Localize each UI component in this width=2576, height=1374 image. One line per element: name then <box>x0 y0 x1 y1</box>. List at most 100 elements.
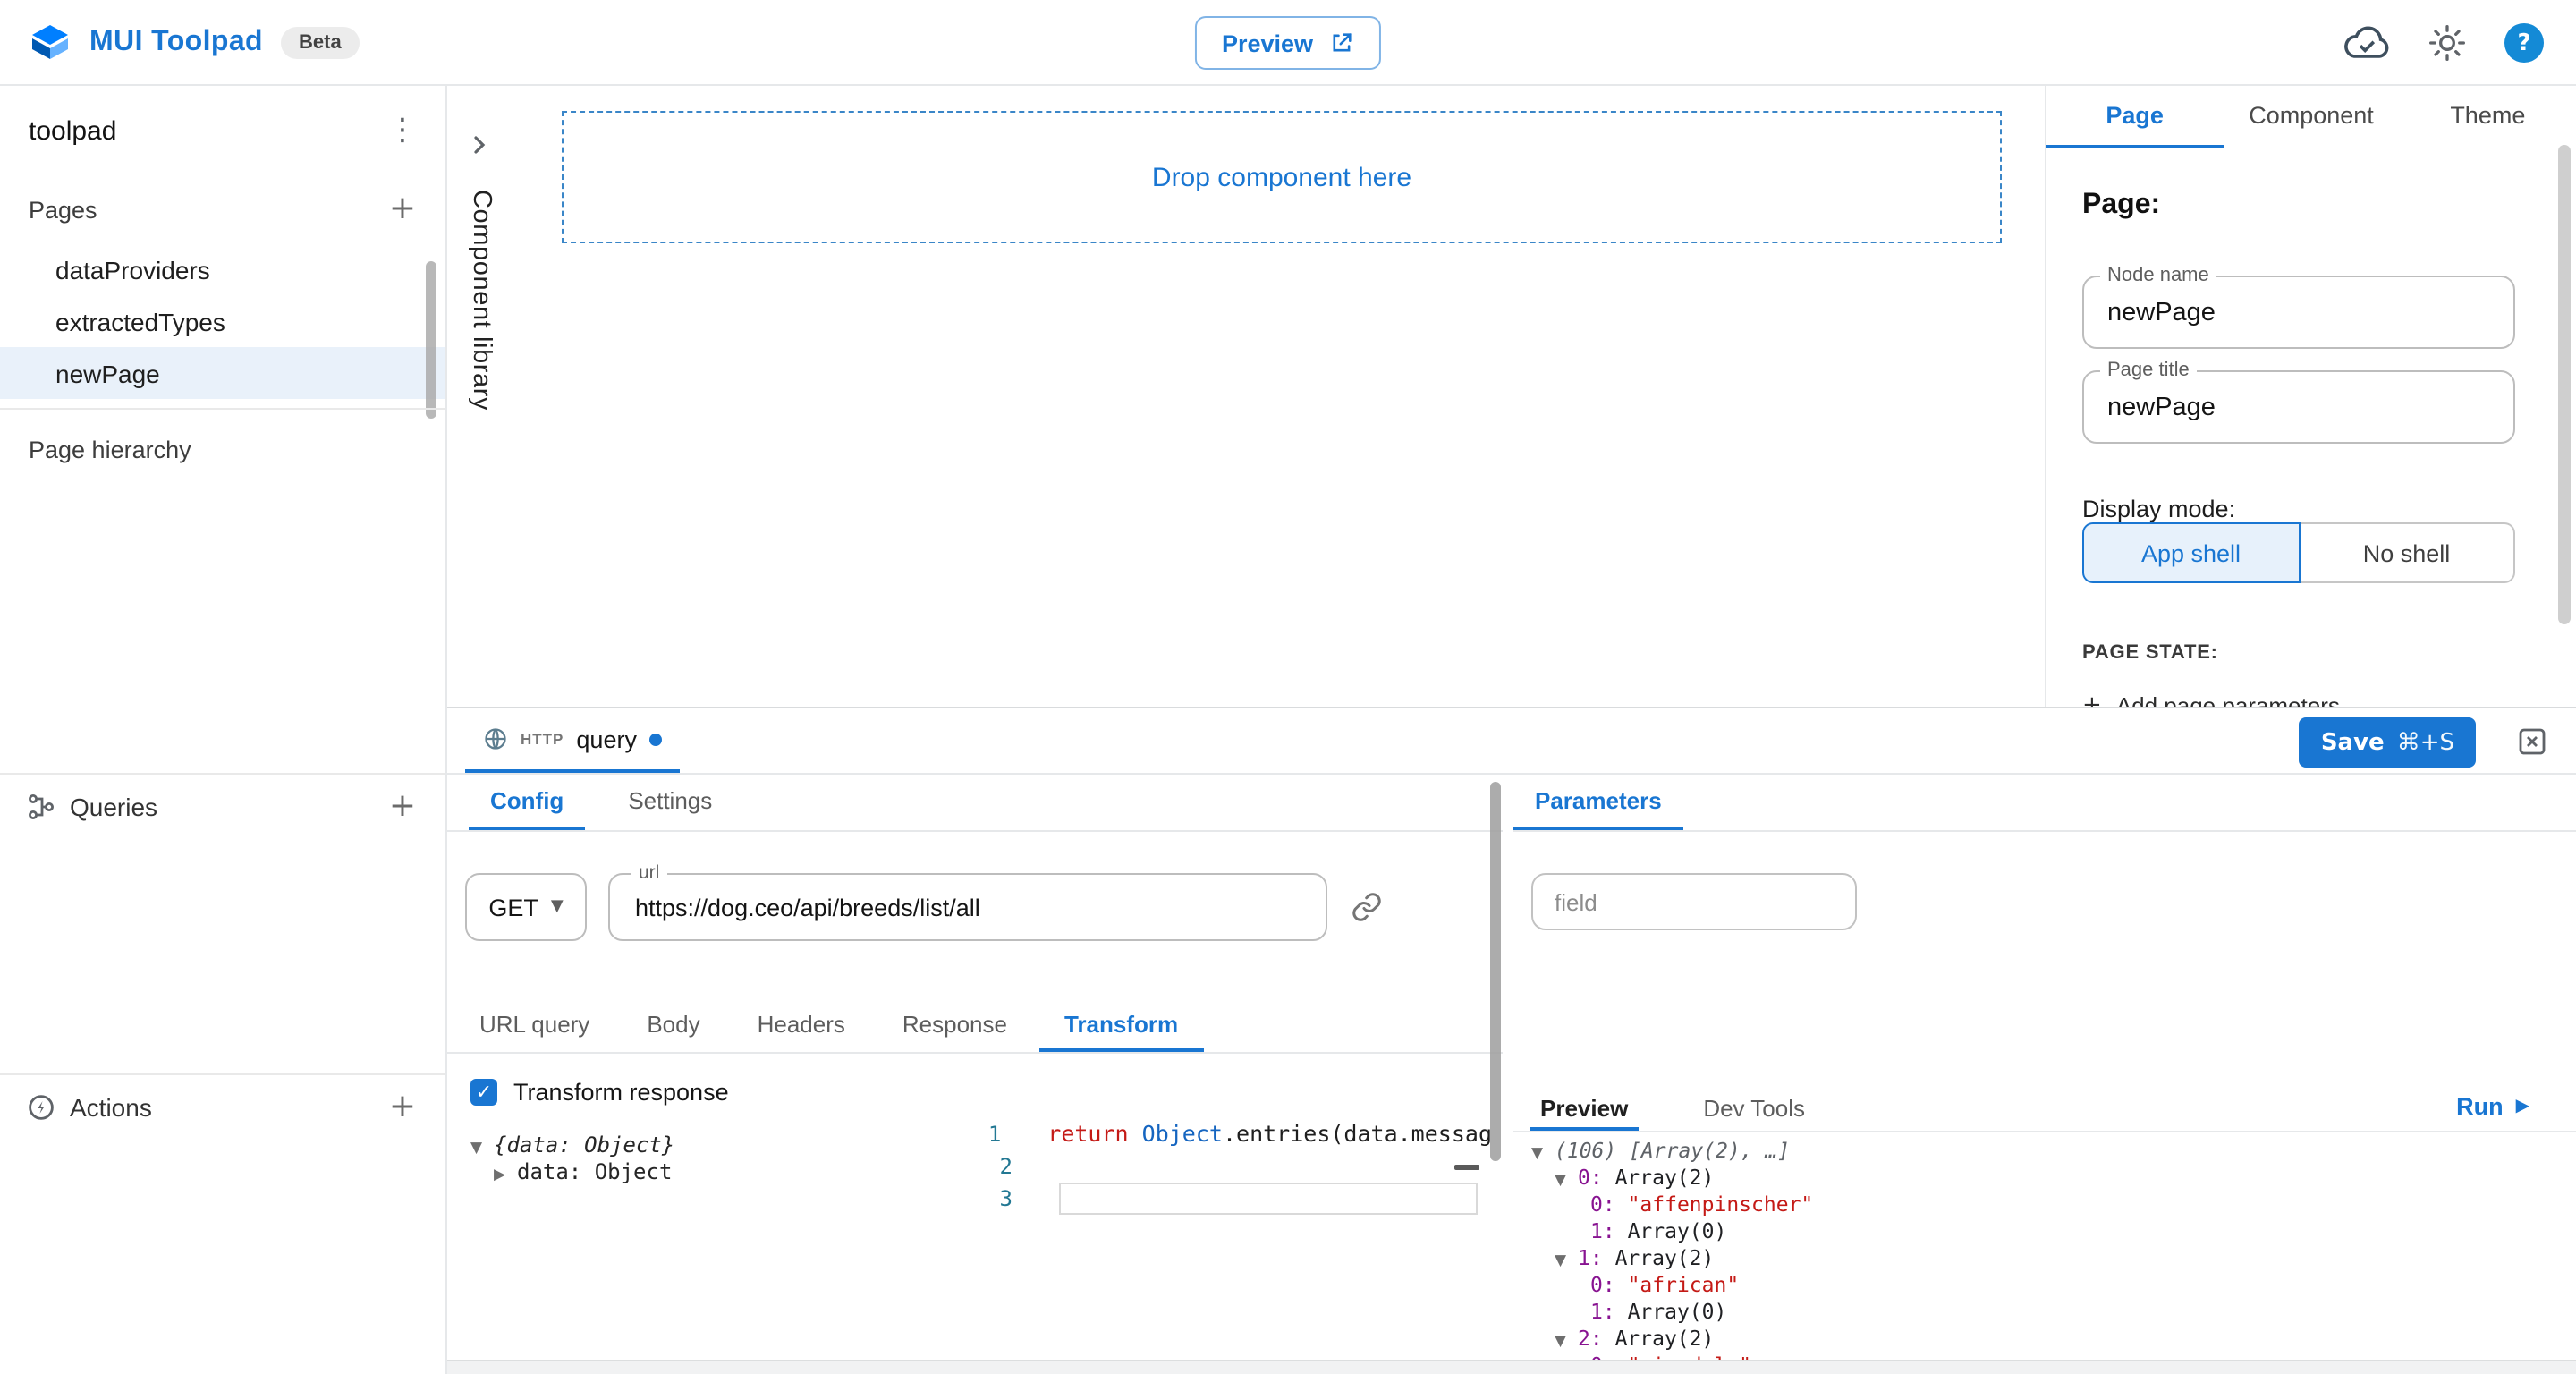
query-preview-pane: Parameters Preview Dev Tools Run ▶ ▼(106… <box>1513 775 2576 1360</box>
page-item-label: extractedTypes <box>55 307 225 335</box>
add-page-parameters-button[interactable]: + Add page parameters <box>2082 692 2340 707</box>
open-in-new-icon <box>1329 30 1354 55</box>
tree-caret-icon[interactable]: ▼ <box>470 1136 494 1163</box>
page-title-input[interactable] <box>2084 372 2513 442</box>
config-subtabs: Config Settings <box>447 775 1503 832</box>
data-schema-tree: ▼{data: Object} ▶data: Object <box>470 1132 674 1186</box>
page-item-label: newPage <box>55 359 160 387</box>
sidebar-scrollbar[interactable] <box>426 261 436 419</box>
actions-section-label: Actions <box>70 1092 381 1121</box>
tab-dev-tools[interactable]: Dev Tools <box>1692 1088 1816 1131</box>
query-type-label: HTTP <box>521 730 564 748</box>
schema-child: data: Object <box>517 1159 672 1184</box>
expand-component-library-button[interactable] <box>469 132 490 165</box>
page-hierarchy-row: Page hierarchy <box>0 426 445 472</box>
sidebar: toolpad ⋮ Pages + dataProviders extracte… <box>0 86 447 1374</box>
queries-icon <box>27 792 55 820</box>
link-icon[interactable] <box>1351 891 1383 932</box>
tab-preview[interactable]: Preview <box>1530 1088 1639 1131</box>
result-json-tree: ▼(106) [Array(2), …] ▼0: Array(2) 0: "af… <box>1531 1138 2576 1360</box>
tab-url-query[interactable]: URL query <box>454 998 614 1052</box>
tree-caret-icon[interactable]: ▼ <box>1555 1249 1578 1276</box>
code-editor[interactable]: 1 return Object.entries(data.messag 2 3 <box>948 1054 1492 1360</box>
beta-badge: Beta <box>281 27 360 59</box>
page-heading: Page: <box>2082 190 2160 222</box>
tree-row: 1: Array(0) <box>1531 1218 2576 1245</box>
tab-config[interactable]: Config <box>469 775 585 830</box>
app-title: MUI Toolpad <box>89 27 263 59</box>
display-mode-toggle: App shell No shell <box>2082 522 2515 583</box>
tree-caret-icon[interactable]: ▼ <box>1555 1168 1578 1195</box>
cloud-sync-icon[interactable] <box>2343 25 2390 61</box>
page-title-label: Page title <box>2100 360 2197 381</box>
queries-section-header: Queries + <box>0 776 445 835</box>
tree-caret-icon[interactable]: ▼ <box>1555 1329 1578 1356</box>
url-input[interactable] <box>610 875 1326 939</box>
tree-caret-icon[interactable]: ▶ <box>494 1163 517 1190</box>
tab-theme[interactable]: Theme <box>2400 86 2576 148</box>
tab-body[interactable]: Body <box>622 998 724 1052</box>
tab-page[interactable]: Page <box>2046 86 2223 148</box>
tab-settings[interactable]: Settings <box>606 775 733 830</box>
page-title-field: Page title <box>2082 370 2515 444</box>
tab-component[interactable]: Component <box>2223 86 2399 148</box>
inspector-scrollbar[interactable] <box>2558 145 2571 624</box>
sidebar-item-extractedtypes[interactable]: extractedTypes <box>0 295 445 347</box>
tree-row: ▼0: Array(2) <box>1531 1165 2576 1192</box>
node-name-label: Node name <box>2100 265 2216 286</box>
parameter-field-input[interactable] <box>1533 875 1855 929</box>
parameter-field <box>1531 873 1857 930</box>
http-method-value: GET <box>488 894 538 920</box>
url-label: url <box>631 862 666 884</box>
tab-transform[interactable]: Transform <box>1039 998 1203 1052</box>
sidebar-item-newpage[interactable]: newPage <box>0 347 445 399</box>
tab-response[interactable]: Response <box>877 998 1032 1052</box>
help-button[interactable]: ? <box>2504 23 2544 63</box>
config-pane-scrollbar[interactable] <box>1490 782 1501 1161</box>
mui-logo-icon[interactable] <box>29 21 72 64</box>
add-page-button[interactable]: + <box>381 193 424 225</box>
theme-toggle-sun-icon[interactable] <box>2428 23 2467 63</box>
pages-section-label: Pages <box>29 196 97 223</box>
transform-response-checkbox[interactable]: ✓ <box>470 1079 497 1106</box>
line-number: 1 <box>948 1118 1047 1150</box>
request-subtabs: URL query Body Headers Response Transfor… <box>447 998 1503 1054</box>
unsaved-changes-dot <box>649 733 662 745</box>
save-button[interactable]: Save ⌘+S <box>2300 717 2476 768</box>
node-name-field: Node name <box>2082 276 2515 349</box>
display-mode-no-shell-button[interactable]: No shell <box>2300 522 2515 583</box>
parameters-subtabs: Parameters <box>1513 775 2576 832</box>
actions-icon <box>27 1092 55 1121</box>
preview-button-label: Preview <box>1222 30 1313 56</box>
page-hierarchy-label: Page hierarchy <box>29 436 191 462</box>
header-actions: ? <box>2343 0 2544 86</box>
run-button[interactable]: Run ▶ <box>2456 1093 2529 1120</box>
actions-section-header: Actions + <box>0 1077 445 1136</box>
tree-row: 0: "airedale" <box>1531 1353 2576 1360</box>
preview-button[interactable]: Preview <box>1195 16 1381 70</box>
line-number: 2 <box>948 1150 1059 1183</box>
tree-row: 0: "affenpinscher" <box>1531 1192 2576 1218</box>
app: MUI Toolpad Beta Preview ? toolpad ⋮ Pag… <box>0 0 2576 1374</box>
inspector-tabs: Page Component Theme <box>2046 86 2576 148</box>
canvas: Component library Drop component here <box>447 86 2045 707</box>
project-row: toolpad ⋮ <box>0 104 445 157</box>
add-query-button[interactable]: + <box>381 790 424 822</box>
project-menu-icon[interactable]: ⋮ <box>381 113 424 148</box>
close-panel-icon[interactable] <box>2519 728 2546 764</box>
query-tab[interactable]: HTTP query <box>465 708 680 773</box>
tab-headers[interactable]: Headers <box>733 998 870 1052</box>
editor-overview-mark <box>1454 1165 1479 1169</box>
pages-section-header: Pages + <box>0 182 445 236</box>
display-mode-app-shell-button[interactable]: App shell <box>2082 522 2300 583</box>
tab-parameters[interactable]: Parameters <box>1513 775 1683 830</box>
tree-caret-icon[interactable]: ▼ <box>1531 1141 1555 1168</box>
drop-component-placeholder[interactable]: Drop component here <box>562 111 2002 243</box>
sidebar-item-dataproviders[interactable]: dataProviders <box>0 243 445 295</box>
save-shortcut: ⌘+S <box>2397 729 2454 756</box>
http-method-select[interactable]: GET ▼ <box>465 873 587 941</box>
add-page-parameters-label: Add page parameters <box>2116 692 2340 707</box>
component-library-label[interactable]: Component library <box>467 190 496 411</box>
add-action-button[interactable]: + <box>381 1090 424 1123</box>
node-name-input[interactable] <box>2084 277 2513 347</box>
